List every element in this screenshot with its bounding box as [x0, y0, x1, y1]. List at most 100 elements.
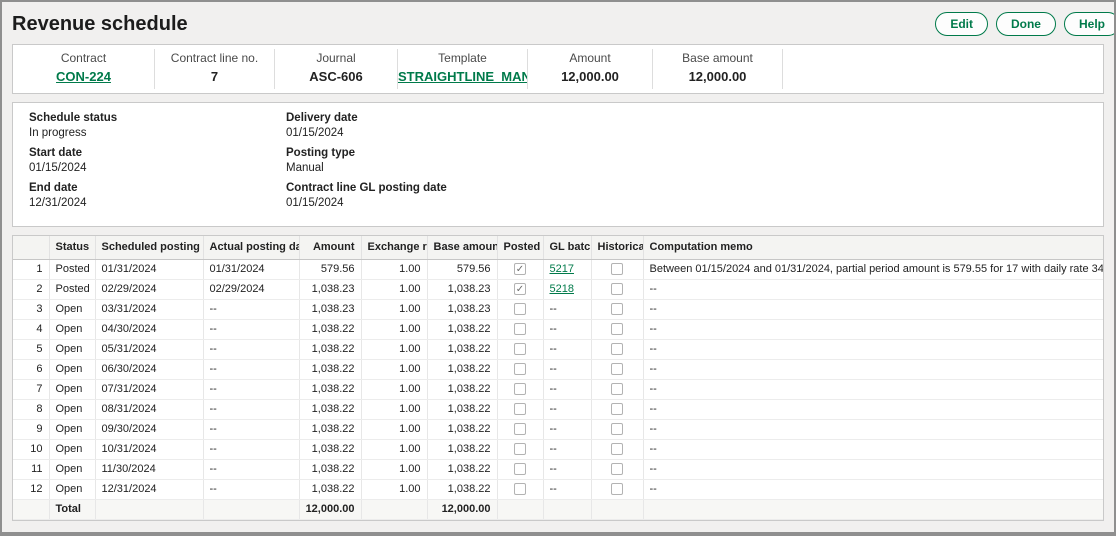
posted-checkbox[interactable] — [514, 463, 526, 475]
detail-label: Delivery date — [286, 112, 447, 124]
historical-checkbox[interactable] — [611, 363, 623, 375]
cell-scheduled: 02/29/2024 — [95, 279, 203, 299]
cell-rate: 1.00 — [361, 319, 427, 339]
summary-field-value[interactable]: CON-224 — [13, 69, 154, 84]
cell-memo: -- — [643, 439, 1103, 459]
detail-label: Schedule status — [29, 112, 276, 124]
schedule-row: 11Open11/30/2024--1,038.221.001,038.22--… — [13, 459, 1103, 479]
cell-actual: -- — [203, 459, 299, 479]
posted-checkbox[interactable]: ✓ — [514, 283, 526, 295]
cell-historical — [591, 259, 643, 279]
posted-checkbox[interactable] — [514, 343, 526, 355]
detail-value: Manual — [286, 162, 447, 174]
summary-field-base-amount: Base amount12,000.00 — [653, 49, 783, 89]
cell-base: 1,038.22 — [427, 479, 497, 499]
detail-label: Posting type — [286, 147, 447, 159]
cell-num: 6 — [13, 359, 49, 379]
cell-amount: 1,038.22 — [299, 479, 361, 499]
historical-checkbox[interactable] — [611, 343, 623, 355]
cell-gl_batch: -- — [543, 299, 591, 319]
cell-historical — [591, 379, 643, 399]
cell-amount: 1,038.22 — [299, 379, 361, 399]
details-left-column: Schedule statusIn progressStart date01/1… — [21, 112, 276, 217]
cell-actual: -- — [203, 319, 299, 339]
total-cell-num — [13, 499, 49, 519]
cell-status: Open — [49, 419, 95, 439]
posted-checkbox[interactable] — [514, 323, 526, 335]
detail-delivery-date: Delivery date01/15/2024 — [286, 112, 447, 139]
posted-checkbox[interactable] — [514, 303, 526, 315]
total-label: Total — [49, 499, 95, 519]
done-button[interactable]: Done — [996, 12, 1056, 36]
summary-field-value: 12,000.00 — [653, 69, 782, 84]
cell-amount: 1,038.22 — [299, 419, 361, 439]
posted-checkbox[interactable] — [514, 363, 526, 375]
cell-num: 1 — [13, 259, 49, 279]
historical-checkbox[interactable] — [611, 323, 623, 335]
historical-checkbox[interactable] — [611, 423, 623, 435]
col-header-historical: Historical — [591, 236, 643, 259]
cell-memo: -- — [643, 279, 1103, 299]
total-cell-memo — [643, 499, 1103, 519]
summary-field-label: Amount — [528, 51, 652, 65]
cell-amount: 1,038.22 — [299, 359, 361, 379]
posted-checkbox[interactable] — [514, 443, 526, 455]
cell-historical — [591, 299, 643, 319]
cell-status: Open — [49, 459, 95, 479]
cell-base: 1,038.22 — [427, 399, 497, 419]
posted-checkbox[interactable] — [514, 403, 526, 415]
cell-posted — [497, 319, 543, 339]
cell-num: 7 — [13, 379, 49, 399]
cell-gl_batch: -- — [543, 419, 591, 439]
cell-amount: 1,038.22 — [299, 439, 361, 459]
edit-button[interactable]: Edit — [935, 12, 988, 36]
historical-checkbox[interactable] — [611, 443, 623, 455]
cell-num: 10 — [13, 439, 49, 459]
cell-rate: 1.00 — [361, 419, 427, 439]
posted-checkbox[interactable]: ✓ — [514, 263, 526, 275]
summary-field-value[interactable]: STRAIGHTLINE_MANUAL — [398, 69, 527, 84]
gl-batch-link[interactable]: 5217 — [550, 263, 574, 275]
cell-actual: -- — [203, 419, 299, 439]
schedule-row: 8Open08/31/2024--1,038.221.001,038.22---… — [13, 399, 1103, 419]
summary-field-label: Template — [398, 51, 527, 65]
schedule-row: 4Open04/30/2024--1,038.221.001,038.22---… — [13, 319, 1103, 339]
cell-num: 4 — [13, 319, 49, 339]
summary-field-label: Contract line no. — [155, 51, 274, 65]
cell-status: Open — [49, 399, 95, 419]
historical-checkbox[interactable] — [611, 283, 623, 295]
historical-checkbox[interactable] — [611, 263, 623, 275]
schedule-row: 1Posted01/31/202401/31/2024579.561.00579… — [13, 259, 1103, 279]
summary-field-label: Contract — [13, 51, 154, 65]
cell-rate: 1.00 — [361, 299, 427, 319]
cell-posted — [497, 419, 543, 439]
historical-checkbox[interactable] — [611, 463, 623, 475]
summary-field-label: Journal — [275, 51, 397, 65]
posted-checkbox[interactable] — [514, 483, 526, 495]
cell-num: 9 — [13, 419, 49, 439]
cell-status: Open — [49, 339, 95, 359]
historical-checkbox[interactable] — [611, 483, 623, 495]
historical-checkbox[interactable] — [611, 403, 623, 415]
cell-num: 3 — [13, 299, 49, 319]
cell-base: 1,038.22 — [427, 339, 497, 359]
cell-rate: 1.00 — [361, 339, 427, 359]
posted-checkbox[interactable] — [514, 423, 526, 435]
detail-label: Contract line GL posting date — [286, 182, 447, 194]
help-button[interactable]: Help — [1064, 12, 1116, 36]
total-cell-gl_batch — [543, 499, 591, 519]
total-cell-rate — [361, 499, 427, 519]
posted-checkbox[interactable] — [514, 383, 526, 395]
gl-batch-link[interactable]: 5218 — [550, 283, 574, 295]
cell-gl_batch: 5218 — [543, 279, 591, 299]
summary-field-value: 12,000.00 — [528, 69, 652, 84]
schedule-row: 2Posted02/29/202402/29/20241,038.231.001… — [13, 279, 1103, 299]
page-header: Revenue schedule Edit Done Help — [2, 2, 1114, 44]
cell-actual: -- — [203, 339, 299, 359]
historical-checkbox[interactable] — [611, 383, 623, 395]
cell-scheduled: 11/30/2024 — [95, 459, 203, 479]
cell-gl_batch: -- — [543, 439, 591, 459]
table-header-row: StatusScheduled posting dateActual posti… — [13, 236, 1103, 259]
historical-checkbox[interactable] — [611, 303, 623, 315]
cell-rate: 1.00 — [361, 459, 427, 479]
